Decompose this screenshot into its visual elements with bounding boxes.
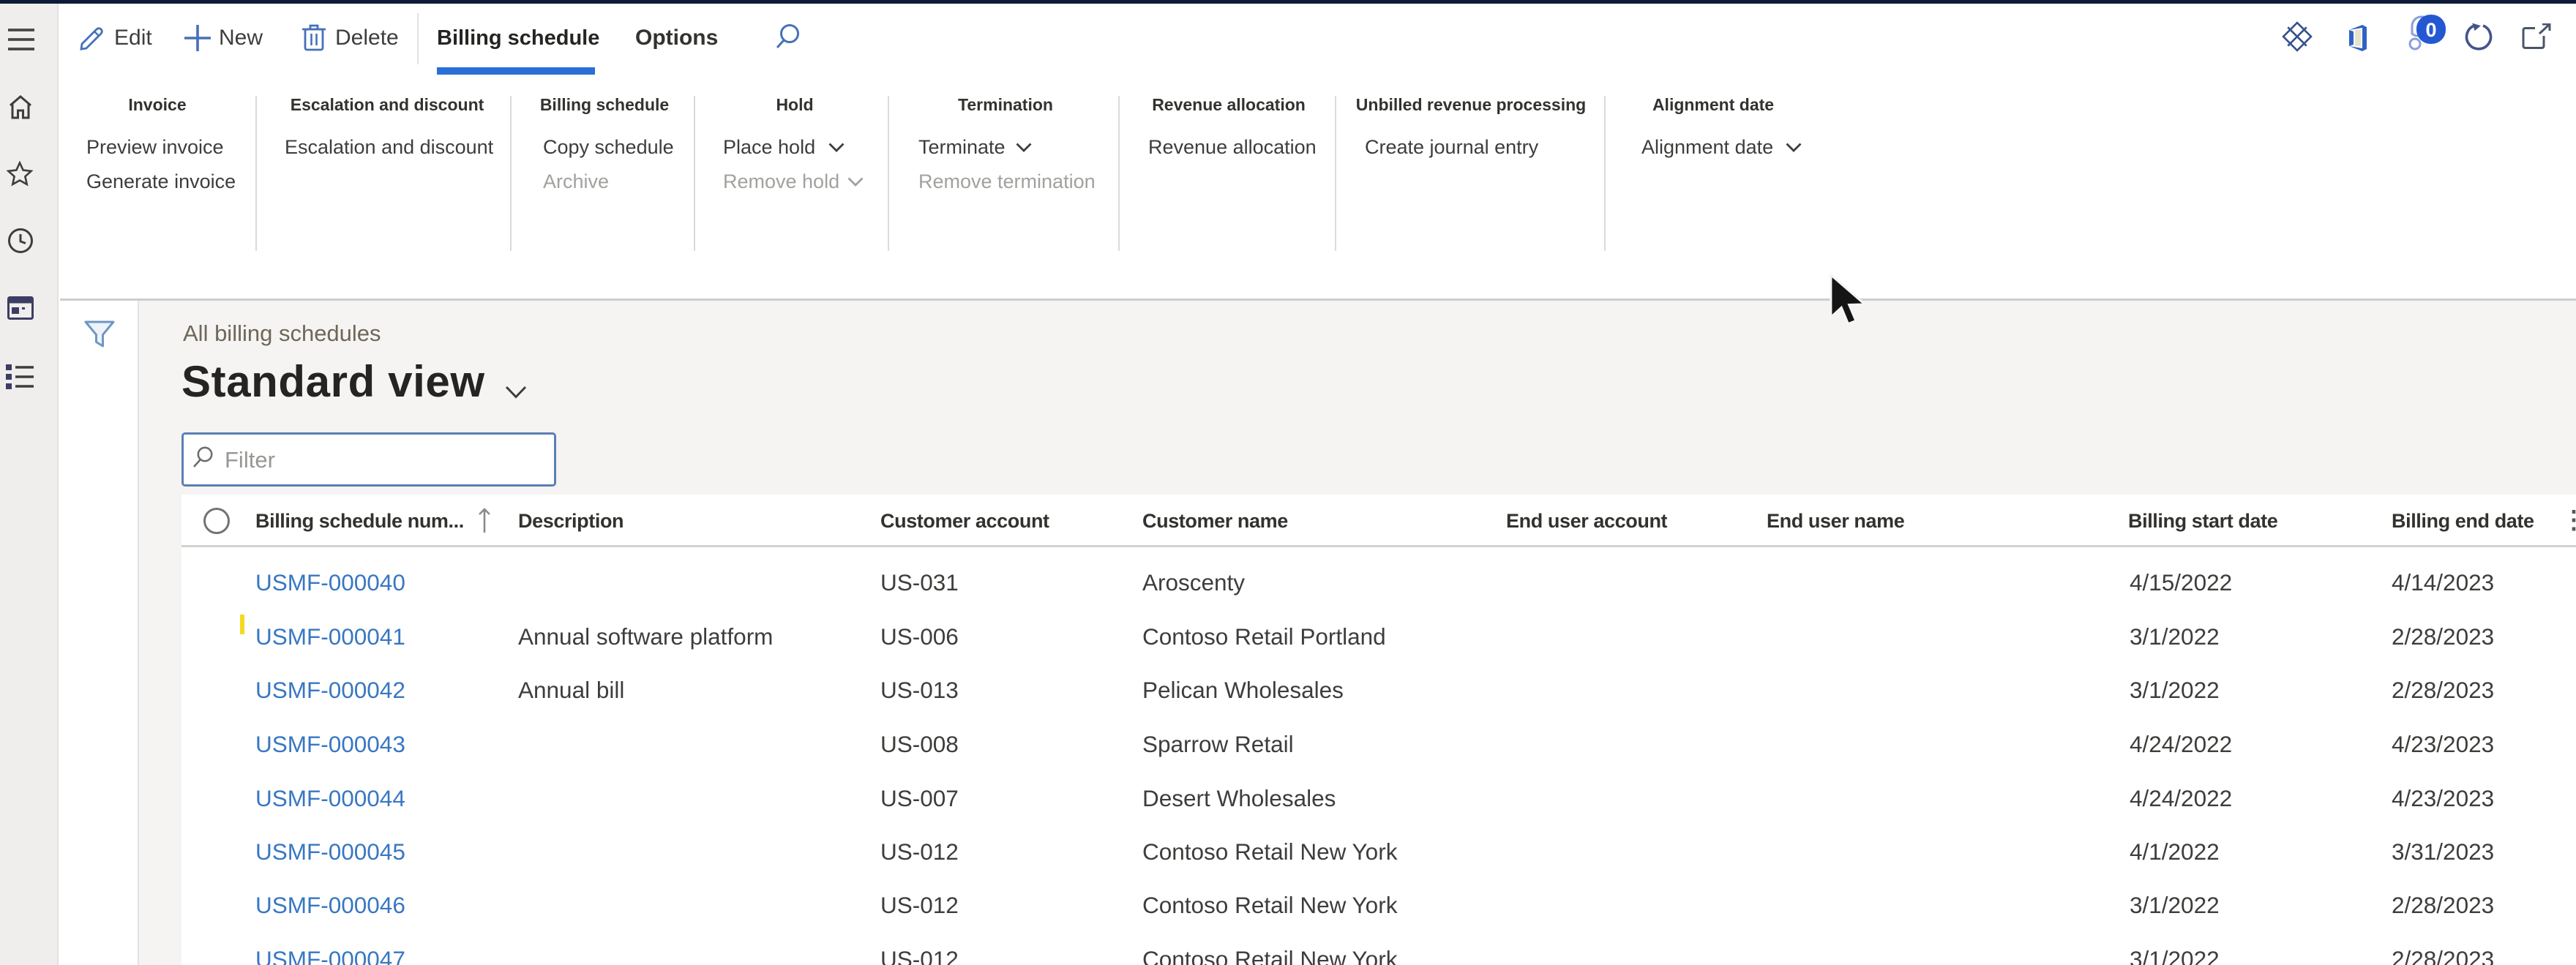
svg-text:0: 0 [2425, 19, 2436, 41]
